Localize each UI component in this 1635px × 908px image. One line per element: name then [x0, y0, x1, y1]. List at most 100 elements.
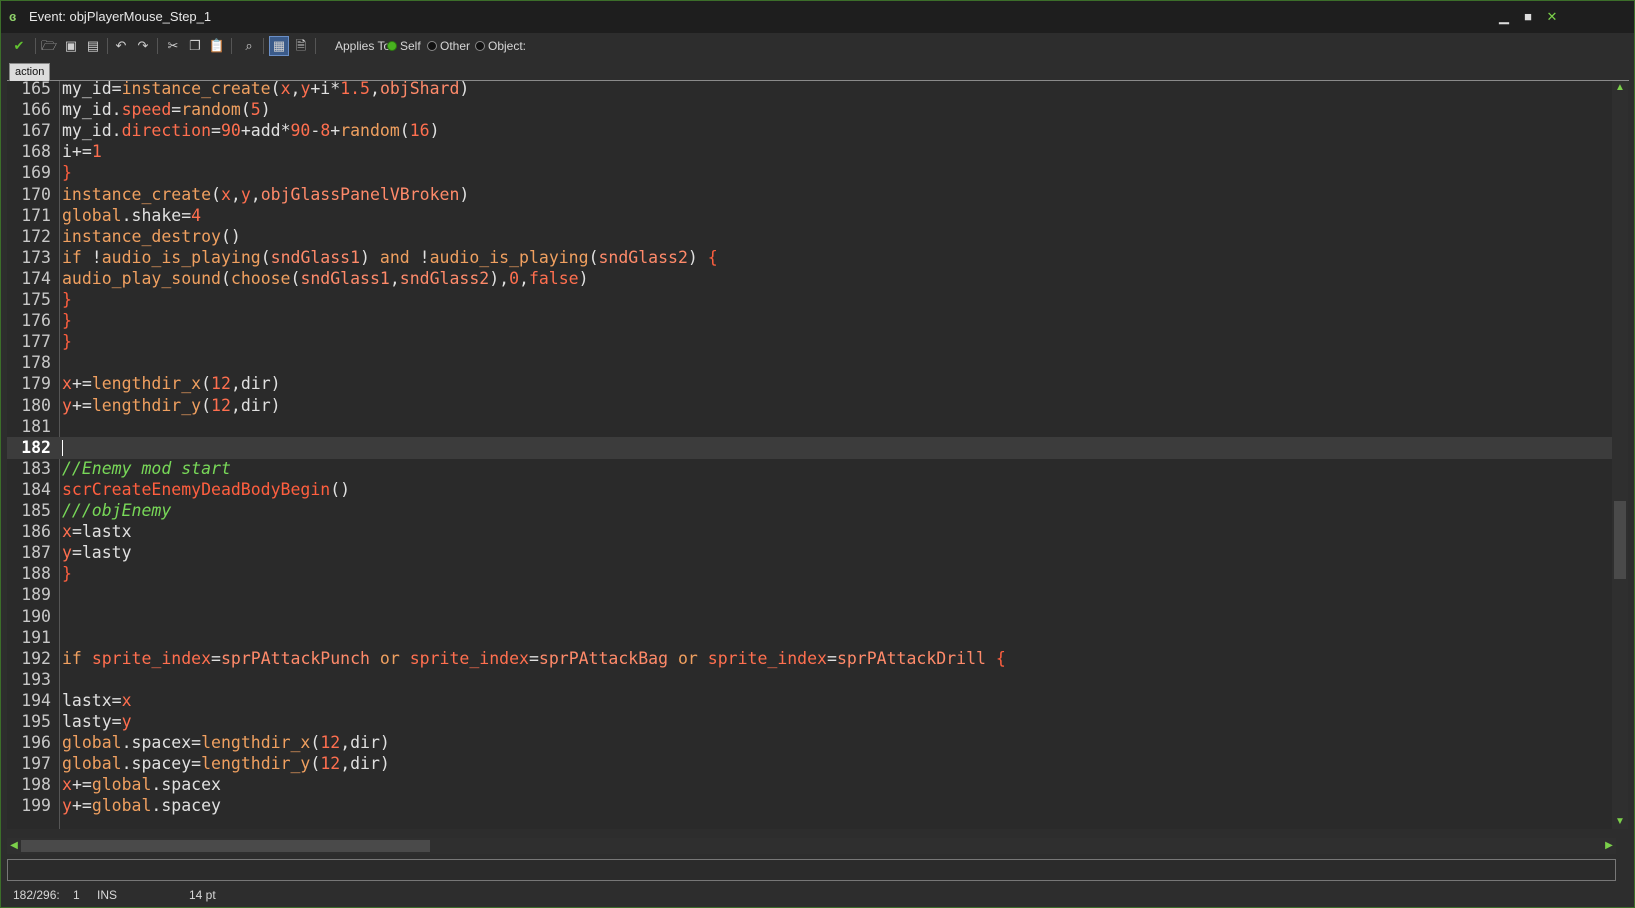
code-line[interactable]: 165 my_id=instance_create(x,y+i*1.5,objSh…: [7, 81, 1616, 100]
code-text: audio_play_sound(choose(sndGlass1,sndGla…: [62, 268, 589, 288]
line-number: 167: [21, 121, 51, 141]
code-line[interactable]: 167 my_id.direction=90+add*90-8+random(16…: [7, 120, 1616, 142]
code-text: y+=lengthdir_y(12,dir): [62, 395, 281, 415]
output-panel: [7, 859, 1616, 881]
code-line[interactable]: 187 y=lasty: [7, 542, 1616, 564]
code-line[interactable]: 182: [7, 436, 1616, 459]
code-text: lasty=y: [62, 712, 132, 731]
gm-icon: ɞ: [9, 9, 17, 24]
code-line[interactable]: 195 lasty=y: [7, 711, 1616, 733]
radio-label: Self: [400, 39, 421, 53]
radio-unselected-icon: [427, 41, 437, 51]
search-icon[interactable]: ⌕: [239, 36, 259, 56]
code-line[interactable]: 188}: [7, 563, 1616, 585]
line-number: 189: [21, 585, 51, 605]
open-folder-icon[interactable]: 🗁: [39, 36, 59, 56]
horizontal-scrollbar[interactable]: ◀ ▶: [7, 838, 1616, 854]
code-line[interactable]: 190: [7, 606, 1616, 628]
line-number: 176: [21, 311, 51, 331]
code-line[interactable]: 176}: [7, 310, 1616, 332]
applies-self-radio[interactable]: Self: [387, 39, 421, 53]
code-line[interactable]: 192 if sprite_index=sprPAttackPunch or sp…: [7, 648, 1616, 670]
insert-mode: INS: [97, 888, 118, 902]
scroll-down-icon[interactable]: ▼: [1612, 815, 1628, 829]
code-line[interactable]: 189: [7, 584, 1616, 606]
paste-icon[interactable]: 📋: [207, 36, 227, 56]
code-line[interactable]: 194 lastx=x: [7, 690, 1616, 712]
code-text: my_id.direction=90+add*90-8+random(16): [62, 121, 440, 141]
line-number: 190: [21, 606, 51, 626]
checkmark-icon[interactable]: ✔: [9, 36, 29, 56]
code-line[interactable]: 180 y+=lengthdir_y(12,dir): [7, 395, 1616, 417]
cut-icon[interactable]: ✂: [163, 36, 183, 56]
code-text: //Enemy mod start: [62, 458, 231, 478]
code-line[interactable]: 172 instance_destroy(): [7, 226, 1616, 248]
code-line[interactable]: 184 scrCreateEnemyDeadBodyBegin(): [7, 479, 1616, 501]
undo-icon[interactable]: ↶: [111, 36, 131, 56]
line-number: 196: [21, 733, 51, 753]
code-line[interactable]: 166 my_id.speed=random(5): [7, 99, 1616, 121]
window-title: Event: objPlayerMouse_Step_1: [29, 9, 212, 24]
line-number: 198: [21, 775, 51, 795]
title-bar[interactable]: ɞ Event: objPlayerMouse_Step_1 ▁ ■ ✕: [1, 1, 1634, 33]
code-line[interactable]: 193: [7, 669, 1616, 691]
maximize-icon[interactable]: ■: [1518, 9, 1538, 25]
code-line[interactable]: 183 //Enemy mod start: [7, 458, 1616, 480]
line-number: 184: [21, 479, 51, 499]
code-line[interactable]: 197 global.spacey=lengthdir_y(12,dir): [7, 753, 1616, 775]
code-line[interactable]: 173 if !audio_is_playing(sndGlass1) and !…: [7, 247, 1616, 269]
applies-other-radio[interactable]: Other: [427, 39, 470, 53]
save-icon[interactable]: ▣: [61, 36, 81, 56]
redo-icon[interactable]: ↷: [133, 36, 153, 56]
code-line[interactable]: 191: [7, 627, 1616, 649]
scroll-up-icon[interactable]: ▲: [1612, 81, 1628, 95]
code-editor[interactable]: 165 my_id=instance_create(x,y+i*1.5,objSh…: [7, 81, 1616, 829]
code-text: x=lastx: [62, 522, 132, 542]
close-icon[interactable]: ✕: [1542, 9, 1562, 25]
cursor-column: 1: [73, 888, 80, 902]
minimize-icon[interactable]: ▁: [1494, 9, 1514, 25]
scroll-right-icon[interactable]: ▶: [1602, 838, 1616, 854]
code-line[interactable]: 174 audio_play_sound(choose(sndGlass1,snd…: [7, 268, 1616, 290]
scrollbar-thumb[interactable]: [21, 840, 430, 852]
code-line[interactable]: 185 ///objEnemy: [7, 500, 1616, 522]
code-line[interactable]: 175}: [7, 289, 1616, 311]
font-size: 14 pt: [189, 888, 216, 902]
code-text: }: [62, 332, 72, 352]
editor-window: ɞ Event: objPlayerMouse_Step_1 ▁ ■ ✕ ✔ 🗁…: [0, 0, 1635, 908]
code-text: instance_create(x,y,objGlassPanelVBroken…: [62, 184, 470, 204]
scroll-left-icon[interactable]: ◀: [7, 838, 21, 854]
code-text: x+=lengthdir_x(12,dir): [62, 374, 281, 394]
line-number: 170: [21, 184, 51, 204]
copy-icon[interactable]: ❐: [185, 36, 205, 56]
line-number: 194: [21, 690, 51, 710]
line-number: 180: [21, 395, 51, 415]
code-line[interactable]: 199 y+=global.spacey: [7, 795, 1616, 817]
scrollbar-thumb[interactable]: [1614, 501, 1626, 579]
vertical-scrollbar[interactable]: ▲ ▼: [1612, 81, 1628, 829]
code-text: global.spacey=lengthdir_y(12,dir): [62, 754, 390, 774]
print-icon[interactable]: ▤: [83, 36, 103, 56]
line-number: 188: [21, 564, 51, 584]
code-line[interactable]: 177}: [7, 331, 1616, 353]
code-text: }: [62, 564, 72, 584]
code-line[interactable]: 178: [7, 352, 1616, 374]
code-line[interactable]: 179 x+=lengthdir_x(12,dir): [7, 373, 1616, 395]
code-line[interactable]: 170 instance_create(x,y,objGlassPanelVBro…: [7, 184, 1616, 206]
tab-action[interactable]: action: [9, 63, 51, 81]
code-text: y=lasty: [62, 543, 132, 563]
applies-object-radio[interactable]: Object:: [475, 39, 526, 53]
code-line[interactable]: 196 global.spacex=lengthdir_x(12,dir): [7, 732, 1616, 754]
line-number: 186: [21, 522, 51, 542]
code-line[interactable]: 168 i+=1: [7, 141, 1616, 163]
code-line[interactable]: 169}: [7, 162, 1616, 184]
code-text: }: [62, 163, 72, 183]
grid-view-icon[interactable]: ▦: [269, 36, 289, 56]
code-line[interactable]: 186 x=lastx: [7, 521, 1616, 543]
code-line[interactable]: 181: [7, 416, 1616, 438]
line-number: 191: [21, 627, 51, 647]
code-line[interactable]: 171 global.shake=4: [7, 205, 1616, 227]
code-line[interactable]: 198 x+=global.spacex: [7, 774, 1616, 796]
code-text: instance_destroy(): [62, 226, 241, 246]
document-icon[interactable]: 🗎: [291, 36, 311, 56]
